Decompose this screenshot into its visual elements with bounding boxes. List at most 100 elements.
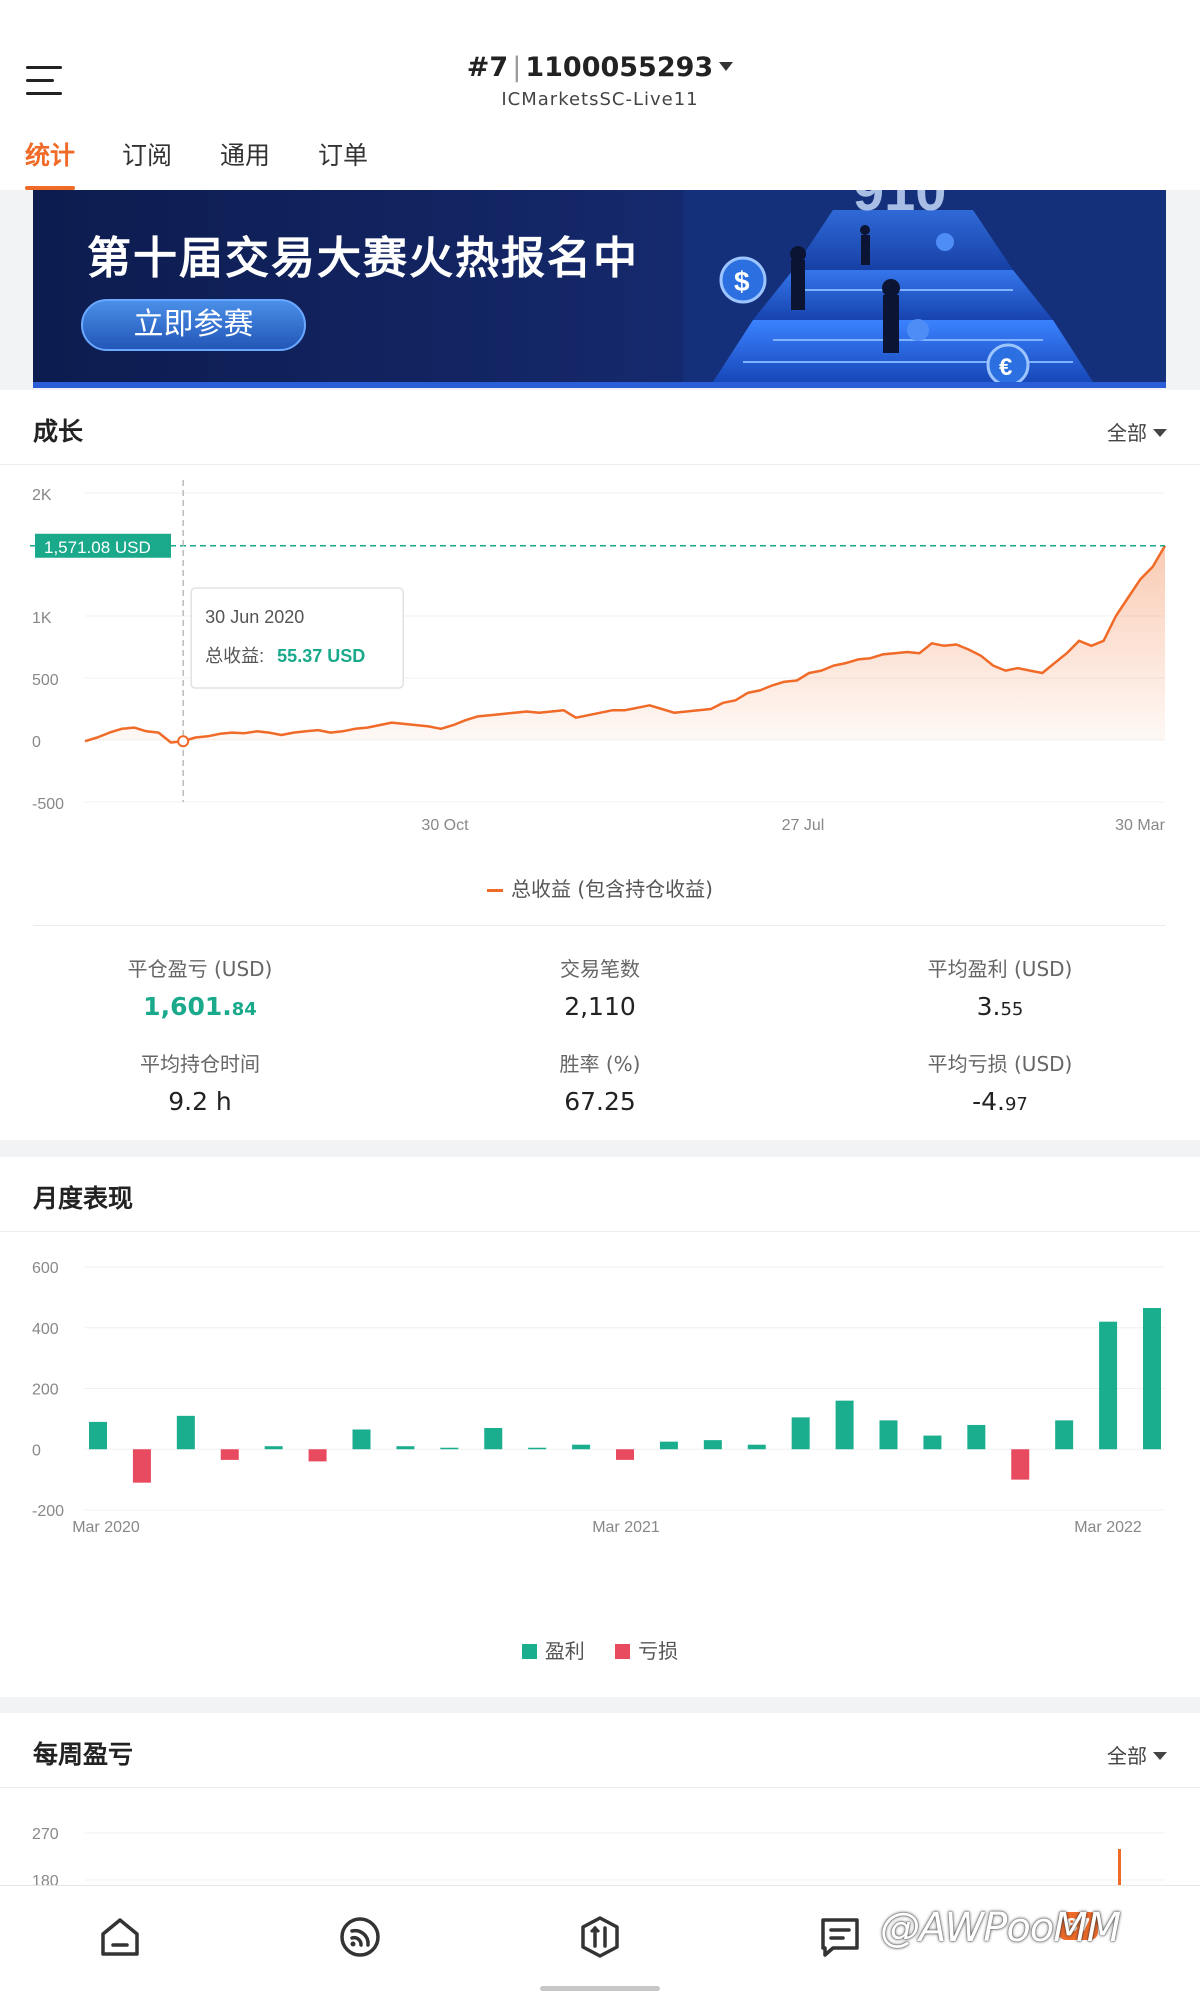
stat-item: 平仓盈亏 (USD) 1,601.84 [50, 953, 350, 1021]
rank-label: #7 [466, 52, 509, 83]
legend-profit-icon [521, 1643, 537, 1659]
monthly-x-tick: Mar 2021 [592, 1519, 660, 1536]
monthly-y-tick: 0 [32, 1442, 41, 1459]
stat-item: 平均亏损 (USD) -4.97 [850, 1048, 1150, 1116]
monthly-chart[interactable]: 600 400 200 0 -200 Mar 2020 Mar 2021 Mar 2022 [0, 1247, 1200, 1617]
weekly-chart[interactable]: 270180 [0, 1793, 1200, 1888]
monthly-legend: 盈利 亏损 [0, 1635, 1200, 1664]
monthly-bar [659, 1441, 678, 1450]
tab-stats[interactable]: 统计 [25, 136, 76, 190]
monthly-bar [1011, 1449, 1030, 1480]
stat-value: 67.25 [450, 1087, 750, 1116]
growth-legend: 总收益 (包含持仓收益) [0, 873, 1200, 902]
signal-feed-icon[interactable] [337, 1914, 383, 1960]
tooltip-point [177, 735, 190, 748]
message-icon[interactable] [817, 1914, 863, 1960]
stat-value: -4.97 [850, 1087, 1150, 1116]
growth-x-tick: 30 Oct [421, 817, 469, 834]
stat-label: 交易笔数 [560, 957, 640, 981]
chevron-down-icon [1153, 1751, 1167, 1760]
growth-y-tick: 1K [32, 610, 52, 627]
stat-item: 平均盈利 (USD) 3.55 [850, 953, 1150, 1021]
stats-divider [33, 925, 1166, 926]
stat-value: 2,110 [450, 992, 750, 1021]
monthly-bar [484, 1427, 503, 1450]
monthly-y-tick: -200 [32, 1503, 64, 1520]
monthly-bar [220, 1449, 239, 1460]
legend-loss-label: 亏损 [638, 1639, 679, 1663]
monthly-card: 月度表现 600 400 200 0 -200 Mar 2020 Mar 2021 Mar 2… [0, 1157, 1200, 1697]
stat-value-dec: 55 [1000, 999, 1024, 1020]
promo-banner[interactable]: 第十届交易大赛火热报名中 立即参赛 910 $ € [33, 190, 1166, 388]
legend-profit-label: 盈利 [544, 1639, 585, 1663]
tab-subscribe[interactable]: 订阅 [122, 136, 172, 190]
stat-value: 9.2 h [50, 1087, 350, 1116]
monthly-bar [352, 1429, 371, 1450]
app-header: #7 | 1100055293 ICMarketsSC-Live11 统计 订阅 通… [0, 0, 1200, 190]
tooltip-value: 55.37 USD [277, 646, 365, 666]
watermark-text: @AWPooMM [880, 1905, 1121, 1951]
tooltip-label: 总收益: [205, 646, 264, 666]
current-value-label: 1,571.08 USD [44, 538, 151, 557]
weekly-filter-dropdown[interactable]: 全部 [1107, 1740, 1167, 1769]
growth-chart[interactable]: 2K 1K 500 0 -500 30 Oct 27 Jul 30 Mar 1,571.08 U… [0, 480, 1200, 870]
account-number: 1100055293 [525, 52, 714, 83]
svg-text:€: € [999, 354, 1012, 381]
tab-bar: 统计 订阅 通用 订单 [0, 136, 1200, 190]
monthly-bar [396, 1446, 415, 1450]
join-contest-button[interactable]: 立即参赛 [81, 299, 306, 351]
monthly-bar [835, 1400, 854, 1450]
monthly-y-tick: 200 [32, 1382, 59, 1399]
growth-x-tick: 27 Jul [782, 817, 825, 834]
weekly-divider [0, 1787, 1200, 1788]
monthly-bar [308, 1449, 327, 1462]
stat-value-int: 2,110 [564, 992, 636, 1021]
monthly-y-tick: 400 [32, 1321, 59, 1338]
stat-value-int: 1,601. [143, 992, 232, 1021]
growth-y-tick: 0 [32, 734, 41, 751]
monthly-bar [791, 1417, 810, 1450]
stairs-illustration-icon: 910 $ € [683, 190, 1166, 388]
home-indicator[interactable] [540, 1986, 660, 1991]
tooltip-date: 30 Jun 2020 [205, 607, 304, 627]
tab-orders[interactable]: 订单 [318, 136, 368, 190]
growth-filter-dropdown[interactable]: 全部 [1107, 417, 1167, 446]
stat-value-int: 3. [976, 992, 1001, 1021]
weekly-filter-label: 全部 [1107, 1744, 1147, 1768]
stat-item: 交易笔数 2,110 [450, 953, 750, 1021]
chevron-down-icon [719, 62, 734, 71]
monthly-x-tick: Mar 2020 [72, 1519, 140, 1536]
weekly-bar [1118, 1849, 1121, 1888]
stat-label: 平均亏损 (USD) [927, 1052, 1073, 1076]
svg-text:910: 910 [853, 190, 946, 222]
growth-x-tick: 30 Mar [1115, 817, 1165, 834]
monthly-bar [1055, 1420, 1074, 1450]
svg-text:$: $ [734, 266, 750, 297]
stat-label: 平均盈利 (USD) [927, 957, 1073, 981]
legend-loss-icon [615, 1643, 631, 1659]
monthly-bar [616, 1449, 634, 1460]
tab-general[interactable]: 通用 [220, 136, 270, 190]
stat-value-int: -4. [972, 1087, 1005, 1116]
growth-card: 成长 全部 2K 1K 500 0 -500 30 Oct 27 Jul 30 Mar 1,57… [0, 390, 1200, 1140]
banner-underline [33, 382, 1166, 388]
banner-title: 第十届交易大赛火热报名中 [87, 233, 639, 284]
tooltip-box [190, 587, 404, 689]
monthly-divider [0, 1231, 1200, 1232]
legend-line-icon [487, 889, 504, 892]
server-name: ICMarketsSC-Live11 [501, 89, 699, 110]
growth-filter-label: 全部 [1107, 421, 1147, 445]
home-icon[interactable] [97, 1914, 143, 1960]
monthly-bar [1099, 1321, 1118, 1450]
account-title[interactable]: #7 | 1100055293 ICMarketsSC-Live11 [0, 52, 1200, 110]
stat-value: 1,601.84 [50, 992, 350, 1021]
growth-title: 成长 [33, 417, 84, 446]
monthly-bar [879, 1420, 898, 1450]
growth-legend-label: 总收益 (包含持仓收益) [511, 877, 713, 901]
stat-value-int: 67.25 [564, 1087, 636, 1116]
growth-y-tick: -500 [32, 796, 64, 813]
monthly-bar [572, 1444, 591, 1450]
stat-value-dec: 84 [231, 999, 257, 1020]
trade-icon[interactable] [577, 1914, 623, 1960]
monthly-x-tick: Mar 2022 [1074, 1519, 1142, 1536]
